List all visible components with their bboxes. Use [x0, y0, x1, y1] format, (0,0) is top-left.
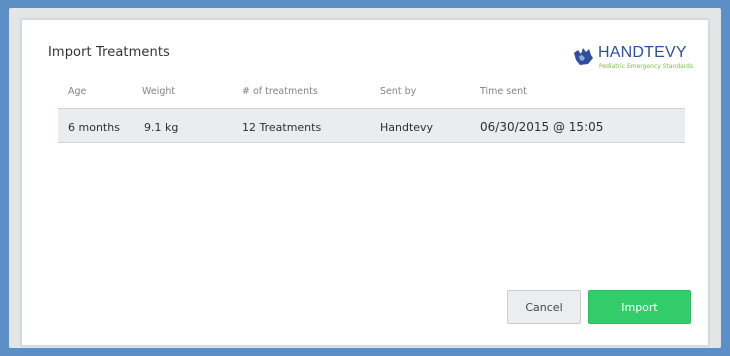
column-header-treatments: # of treatments	[242, 86, 318, 97]
column-header-weight: Weight	[142, 86, 176, 97]
import-button[interactable]: Import	[588, 290, 691, 324]
table-header: Age Weight # of treatments Sent by Time …	[58, 80, 685, 104]
column-header-time-sent: Time sent	[480, 86, 527, 97]
column-header-sent-by: Sent by	[380, 86, 417, 97]
handtevy-hand-icon	[574, 48, 593, 65]
cell-age: 6 months	[68, 121, 120, 134]
cell-time-sent: 06/30/2015 @ 15:05	[480, 120, 604, 134]
dialog-title: Import Treatments	[48, 45, 170, 60]
cell-treatments: 12 Treatments	[242, 121, 322, 134]
cell-sent-by: Handtevy	[380, 121, 434, 134]
logo-wordmark: HANDTEVY	[598, 44, 687, 61]
cancel-button[interactable]: Cancel	[507, 290, 581, 324]
cell-weight: 9.1 kg	[144, 121, 179, 134]
handtevy-logo: HANDTEVY Pediatric Emergency Standards	[571, 44, 701, 78]
column-header-age: Age	[68, 86, 87, 97]
import-treatments-dialog: Import Treatments HANDTEVY Pediatric Eme…	[21, 19, 709, 346]
table-row[interactable]: 6 months 9.1 kg 12 Treatments Handtevy 0…	[58, 108, 685, 143]
logo-tagline: Pediatric Emergency Standards	[599, 63, 694, 70]
